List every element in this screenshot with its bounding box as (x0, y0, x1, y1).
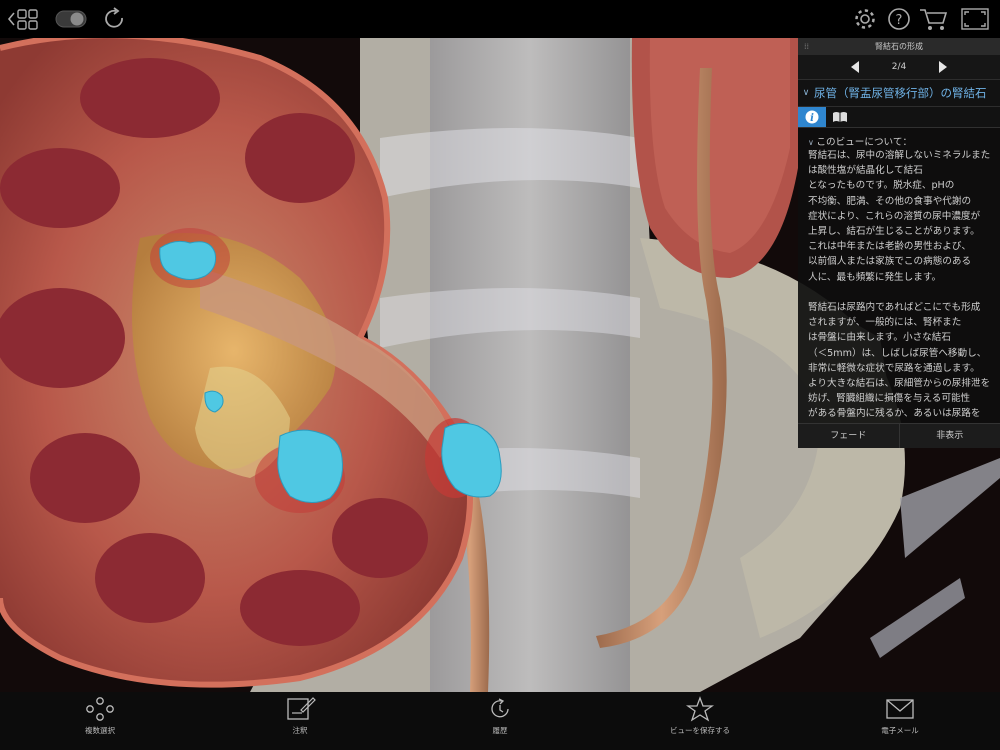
email-button[interactable]: 電子メール (840, 692, 960, 750)
star-icon (685, 696, 715, 722)
multi-select-icon (86, 697, 114, 721)
svg-text:i: i (810, 113, 814, 124)
page-number: 2/4 (891, 62, 907, 72)
tab-book[interactable] (826, 107, 854, 127)
email-label: 電子メール (881, 726, 919, 735)
tab-info[interactable]: i (798, 107, 826, 127)
svg-text:?: ? (896, 13, 903, 28)
history-icon (491, 698, 509, 718)
annotate-label: 注釈 (292, 726, 308, 735)
view-title: 尿管（腎盂尿管移行部）の腎結石 (814, 86, 987, 100)
help-icon[interactable]: ? (884, 5, 914, 33)
reset-icon[interactable] (100, 5, 130, 33)
envelope-icon (886, 699, 914, 719)
annotate-icon (287, 697, 316, 720)
view-title-row[interactable]: ∨ 尿管（腎盂尿管移行部）の腎結石 (798, 79, 1000, 107)
panel-tabs: i (798, 107, 1000, 128)
multi-select-button[interactable]: 複数選択 (40, 692, 160, 750)
toggle-icon[interactable] (54, 5, 88, 33)
top-toolbar: ? (0, 0, 1000, 38)
info-panel: ⁞⁞ 腎結石の形成 2/4 ∨ 尿管（腎盂尿管移行部）の腎結石 i ∨ このビュ… (798, 38, 1000, 448)
fullscreen-icon[interactable] (958, 5, 992, 33)
back-grid-icon[interactable] (6, 5, 40, 33)
history-button[interactable]: 履歴 (440, 692, 560, 750)
chevron-down-icon: ∨ (802, 88, 810, 98)
settings-icon[interactable] (850, 5, 880, 33)
panel-grip-icon[interactable]: ⁞⁞ (804, 38, 809, 55)
kidney-stone[interactable] (277, 429, 343, 503)
book-icon (833, 112, 847, 122)
info-icon: i (805, 110, 819, 124)
panel-header: ⁞⁞ 腎結石の形成 (798, 38, 1000, 55)
annotate-button[interactable]: 注釈 (240, 692, 360, 750)
cart-icon[interactable] (918, 5, 948, 33)
about-view-label: ∨ このビューについて： (808, 137, 913, 148)
bottom-toolbar: 複数選択 注釈 履歴 ビューを保存する 電子メール (0, 692, 1000, 750)
hide-button[interactable]: 非表示 (898, 424, 1000, 448)
save-view-label: ビューを保存する (670, 726, 730, 735)
panel-header-title: 腎結石の形成 (875, 42, 923, 51)
history-label: 履歴 (492, 726, 508, 735)
description-text: 腎結石は、尿中の溶解しないミネラルまた は酸性塩が結晶化して結石 となったもので… (808, 150, 991, 435)
about-label-text: このビューについて： (816, 137, 913, 148)
fade-button[interactable]: フェード (798, 424, 899, 448)
prev-arrow-icon[interactable] (848, 59, 864, 75)
panel-footer: フェード 非表示 (798, 423, 1000, 448)
multi-select-label: 複数選択 (85, 726, 115, 735)
next-arrow-icon[interactable] (934, 59, 950, 75)
pager: 2/4 (798, 55, 1000, 79)
save-view-button[interactable]: ビューを保存する (640, 692, 760, 750)
